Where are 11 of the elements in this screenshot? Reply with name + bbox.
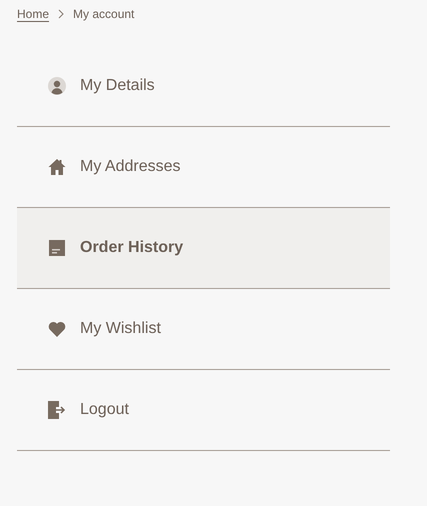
menu-item[interactable]: Logout — [17, 370, 390, 451]
menu-item[interactable]: My Details — [17, 46, 390, 127]
breadcrumb-link[interactable]: Home — [17, 7, 50, 21]
menu-item[interactable]: My Wishlist — [17, 289, 390, 370]
breadcrumb-current: My account — [73, 7, 134, 21]
home-icon — [48, 158, 66, 176]
chevron-right-icon — [58, 9, 64, 19]
menu-item[interactable]: Order History — [17, 208, 390, 289]
user-icon — [48, 77, 66, 95]
logout-icon — [48, 401, 66, 419]
heart-icon — [48, 320, 66, 338]
